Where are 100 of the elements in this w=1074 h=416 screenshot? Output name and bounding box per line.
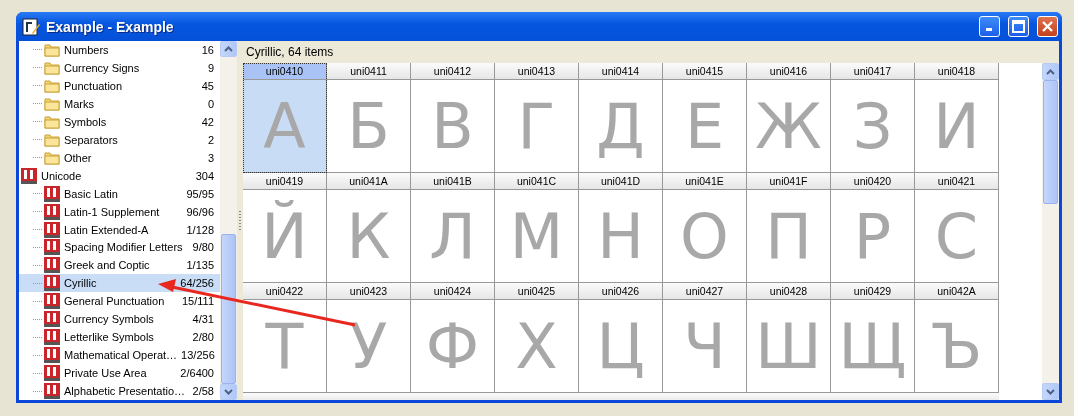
glyph-cell[interactable]: uni041A К bbox=[327, 173, 411, 283]
logo-icon bbox=[44, 347, 60, 364]
item-label: Basic Latin bbox=[64, 187, 119, 200]
glyph-cell[interactable]: uni041D Н bbox=[579, 173, 663, 283]
glyph-code: uni0428 bbox=[747, 283, 830, 300]
glyph-cell[interactable]: uni0427 Ч bbox=[663, 283, 747, 393]
tree-item[interactable]: Greek and Coptic 1/135 bbox=[19, 256, 220, 275]
glyph-cell[interactable]: uni0418 И bbox=[915, 63, 999, 173]
close-icon bbox=[1041, 20, 1054, 33]
item-label: Marks bbox=[64, 97, 95, 110]
glyph-code: uni041E bbox=[663, 173, 746, 190]
glyph-cell[interactable]: uni0413 Г bbox=[495, 63, 579, 173]
scroll-up-button[interactable] bbox=[1042, 63, 1059, 80]
glyph-code: uni0411 bbox=[327, 63, 410, 80]
item-count: 15/111 bbox=[182, 295, 214, 308]
glyph-cell[interactable]: uni0428 Ш bbox=[747, 283, 831, 393]
glyph-code: uni0413 bbox=[495, 63, 578, 80]
tree-item[interactable]: Unicode 304 bbox=[19, 166, 220, 185]
glyph-cell[interactable]: uni0421 С bbox=[915, 173, 999, 283]
scroll-thumb[interactable] bbox=[1043, 80, 1058, 204]
minimize-button[interactable] bbox=[979, 16, 1000, 37]
item-label: Cyrillic bbox=[64, 277, 98, 290]
tree-item[interactable]: General Punctuation 15/111 bbox=[19, 292, 220, 311]
grid-title: Cyrillic, 64 items bbox=[245, 44, 335, 61]
close-button[interactable] bbox=[1037, 16, 1058, 37]
glyph-code: uni0423 bbox=[327, 283, 410, 300]
tree-item[interactable]: Alphabetic Presentatio… 2/58 bbox=[19, 382, 220, 400]
maximize-button[interactable] bbox=[1008, 16, 1029, 37]
glyph: Х bbox=[515, 309, 558, 383]
glyph-cell[interactable]: uni041F П bbox=[747, 173, 831, 283]
item-count: 304 bbox=[195, 169, 214, 182]
tree-item[interactable]: Private Use Area 2/6400 bbox=[19, 364, 220, 383]
folder-icon bbox=[44, 132, 60, 147]
tree-item[interactable]: Other 3 bbox=[19, 148, 220, 167]
glyph-code: uni0429 bbox=[831, 283, 914, 300]
glyph-cell[interactable]: uni0426 Ц bbox=[579, 283, 663, 393]
item-label: Mathematical Operat… bbox=[64, 349, 178, 362]
folder-icon bbox=[44, 96, 60, 111]
item-label: Greek and Coptic bbox=[64, 259, 151, 272]
glyph: Г bbox=[517, 89, 556, 163]
glyph-cell[interactable]: uni0423 У bbox=[327, 283, 411, 393]
glyph-cell[interactable]: uni042A Ъ bbox=[915, 283, 999, 393]
item-label: Latin Extended-A bbox=[64, 223, 150, 236]
scroll-thumb[interactable] bbox=[221, 234, 236, 384]
glyph-cell[interactable]: uni0424 Ф bbox=[411, 283, 495, 393]
tree-item[interactable]: Symbols 42 bbox=[19, 112, 220, 131]
tree-item[interactable]: Latin Extended-A 1/128 bbox=[19, 220, 220, 239]
tree-item[interactable]: Currency Symbols 4/31 bbox=[19, 310, 220, 329]
scroll-down-button[interactable] bbox=[220, 384, 237, 400]
glyph-cell[interactable]: uni0415 Е bbox=[663, 63, 747, 173]
glyph-cell[interactable]: uni041B Л bbox=[411, 173, 495, 283]
glyph-code: uni041A bbox=[327, 173, 410, 190]
glyph: Т bbox=[265, 309, 304, 383]
glyph-cell[interactable]: uni0416 Ж bbox=[747, 63, 831, 173]
tree-item[interactable]: Letterlike Symbols 2/80 bbox=[19, 328, 220, 347]
folder-icon bbox=[44, 42, 60, 57]
logo-icon bbox=[44, 203, 60, 220]
folder-icon bbox=[44, 114, 60, 129]
glyph-cell[interactable]: uni0417 З bbox=[831, 63, 915, 173]
glyph-cell[interactable]: uni041E О bbox=[663, 173, 747, 283]
glyph-cell[interactable]: uni0412 В bbox=[411, 63, 495, 173]
glyph-cell[interactable]: uni0419 Й bbox=[243, 173, 327, 283]
tree-item[interactable]: Punctuation 45 bbox=[19, 76, 220, 95]
tree-item[interactable]: Spacing Modifier Letters 9/80 bbox=[19, 238, 220, 257]
item-count: 2 bbox=[207, 133, 214, 146]
scroll-up-button[interactable] bbox=[220, 41, 237, 57]
item-label: Currency Signs bbox=[64, 61, 141, 74]
glyph: В bbox=[431, 89, 474, 163]
scroll-down-button[interactable] bbox=[1042, 383, 1059, 400]
glyph-code: uni0421 bbox=[915, 173, 998, 190]
item-count: 42 bbox=[201, 115, 214, 128]
glyph-cell[interactable]: uni0420 Р bbox=[831, 173, 915, 283]
glyph-code: uni042A bbox=[915, 283, 998, 300]
glyph: З bbox=[852, 89, 893, 163]
tree-item[interactable]: Mathematical Operat… 13/256 bbox=[19, 346, 220, 365]
glyph: О bbox=[680, 199, 729, 273]
tree-item[interactable]: Marks 0 bbox=[19, 94, 220, 113]
glyph-code: uni041D bbox=[579, 173, 662, 190]
glyph: К bbox=[346, 199, 391, 273]
glyph-code: uni0426 bbox=[579, 283, 662, 300]
glyph-code: uni0420 bbox=[831, 173, 914, 190]
glyph-cell[interactable]: uni0411 Б bbox=[327, 63, 411, 173]
tree-item[interactable]: Basic Latin 95/95 bbox=[19, 184, 220, 203]
tree-item[interactable]: Latin-1 Supplement 96/96 bbox=[19, 202, 220, 221]
glyph-cell[interactable]: uni0422 Т bbox=[243, 283, 327, 393]
tree-item[interactable]: Cyrillic 64/256 bbox=[19, 274, 220, 293]
tree-item[interactable]: Numbers 16 bbox=[19, 41, 220, 59]
item-count: 4/31 bbox=[192, 313, 214, 326]
logo-icon bbox=[44, 221, 60, 238]
glyph: Л bbox=[429, 199, 476, 273]
glyph-cell[interactable]: uni0425 Х bbox=[495, 283, 579, 393]
tree-item[interactable]: Currency Signs 9 bbox=[19, 58, 220, 77]
maximize-icon bbox=[1012, 20, 1025, 33]
glyph-cell[interactable]: uni0414 Д bbox=[579, 63, 663, 173]
tree-item[interactable]: Separators 2 bbox=[19, 130, 220, 149]
logo-icon bbox=[44, 329, 60, 346]
item-label: Other bbox=[64, 151, 93, 164]
glyph-cell[interactable]: uni041C М bbox=[495, 173, 579, 283]
item-label: Letterlike Symbols bbox=[64, 331, 155, 344]
glyph-cell[interactable]: uni0429 Щ bbox=[831, 283, 915, 393]
